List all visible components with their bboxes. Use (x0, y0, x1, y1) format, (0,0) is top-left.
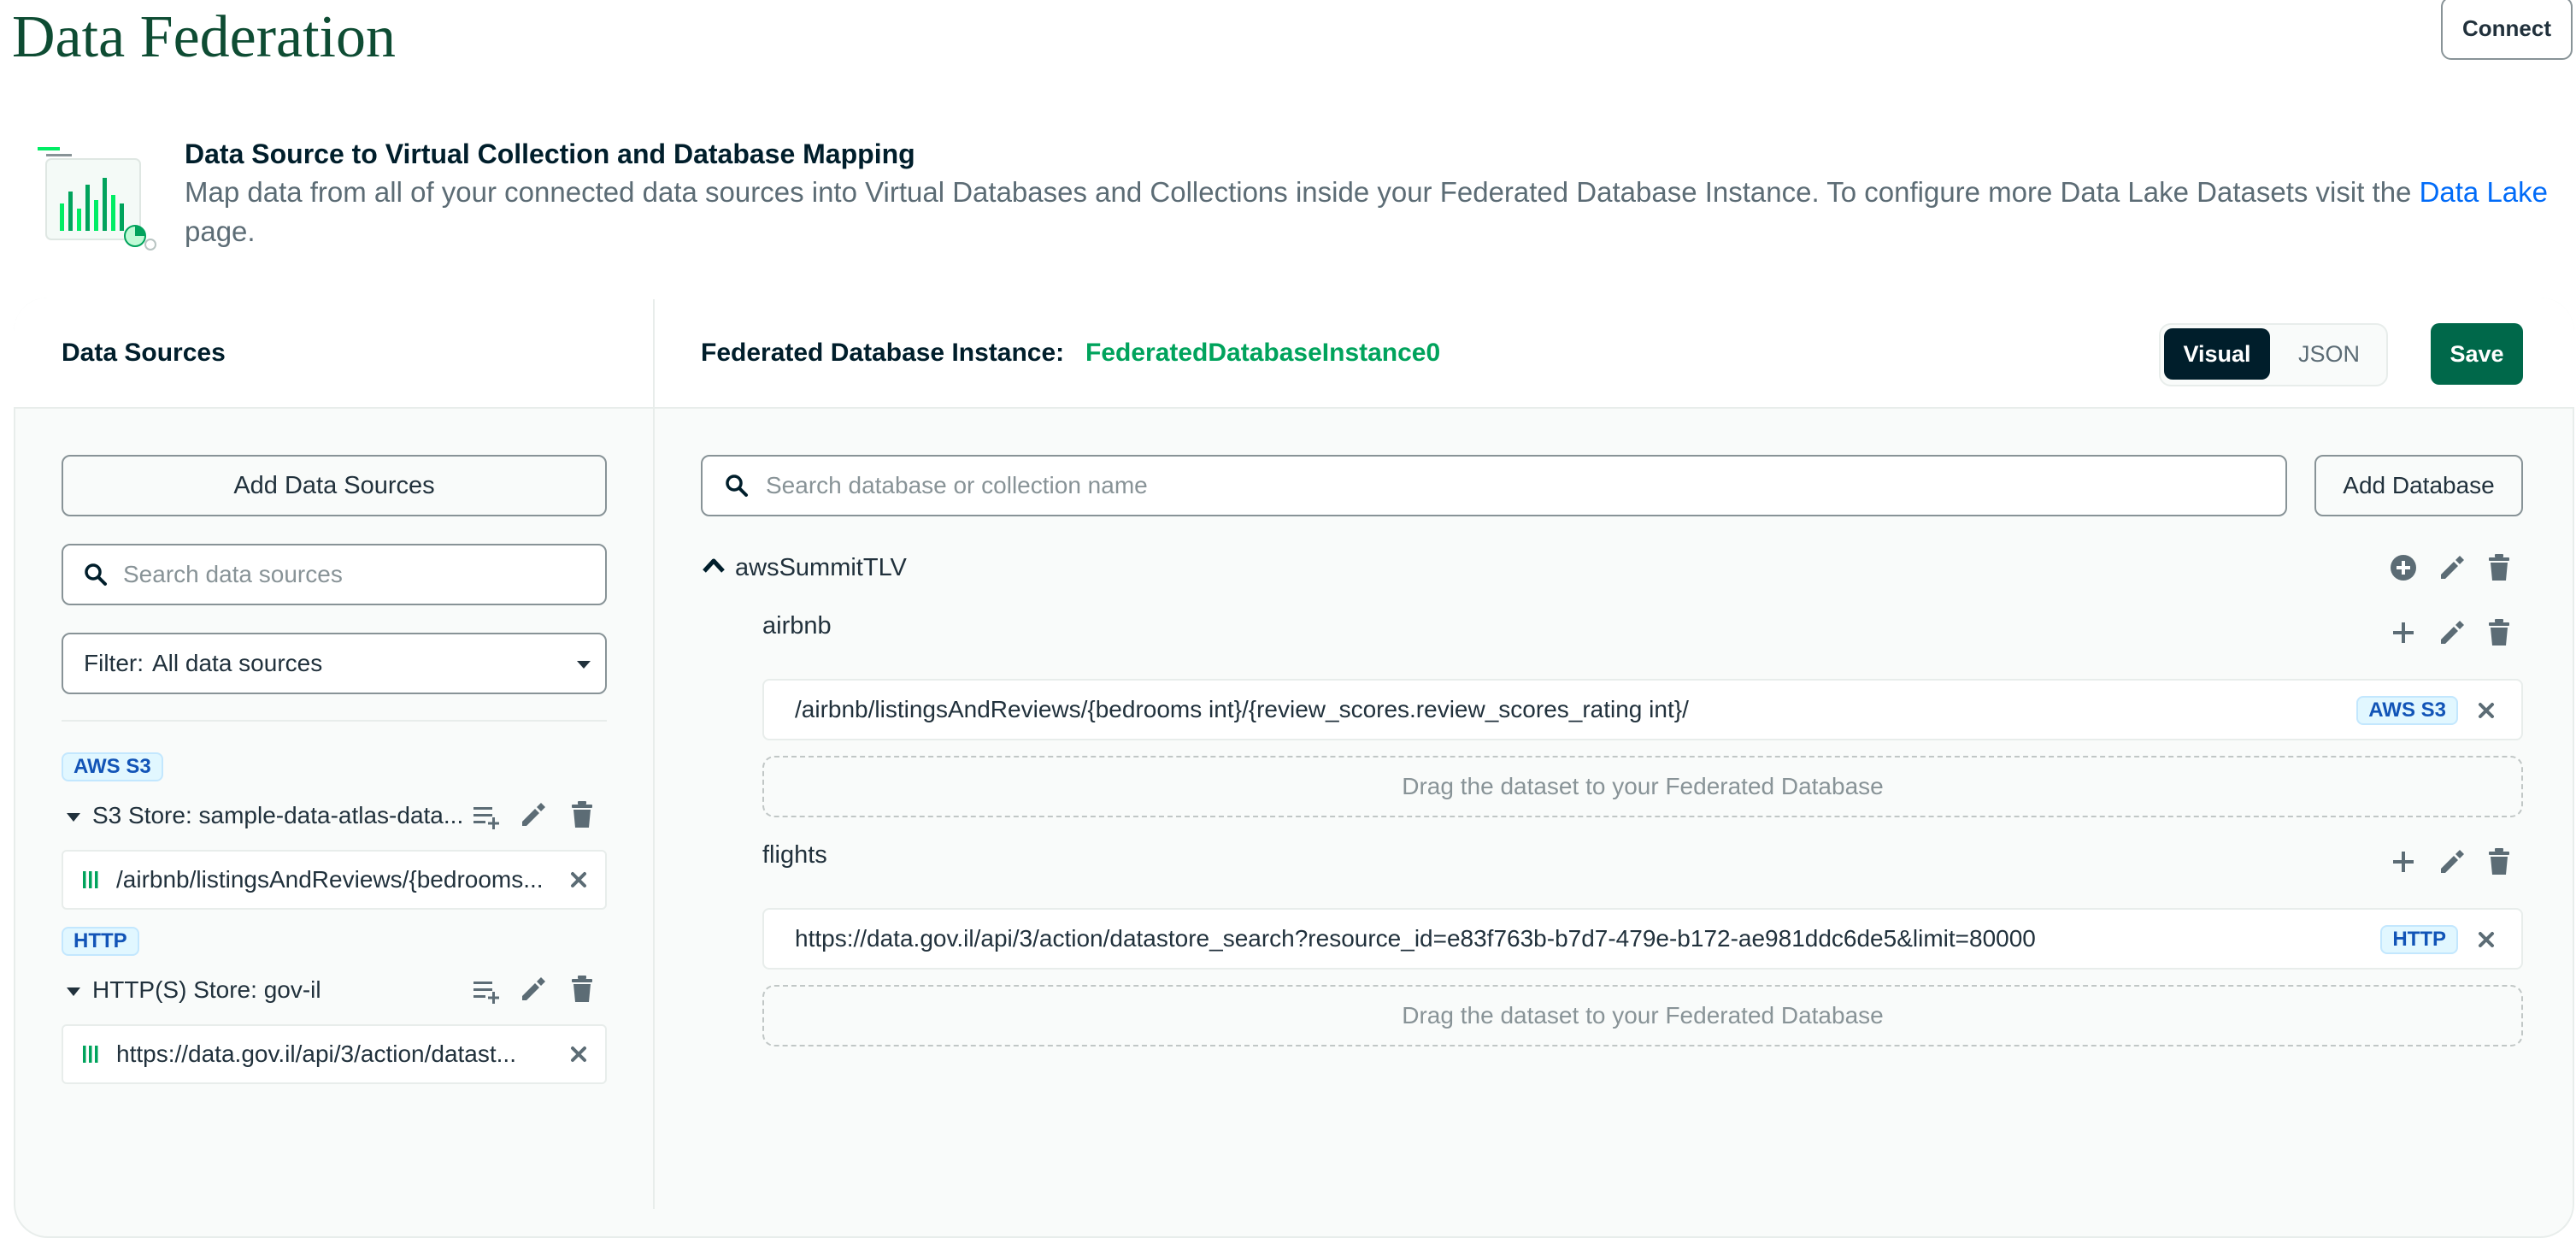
chevron-up-icon[interactable] (701, 556, 726, 575)
add-data-sources-button[interactable]: Add Data Sources (62, 455, 607, 516)
chevron-down-icon (67, 987, 80, 996)
left-divider (62, 720, 607, 722)
dataset-mapping[interactable]: https://data.gov.il/api/3/action/datasto… (762, 908, 2523, 970)
plus-icon[interactable] (2386, 616, 2420, 650)
search-placeholder: Search database or collection name (766, 472, 1148, 498)
tab-json[interactable]: JSON (2273, 328, 2385, 380)
trash-icon[interactable] (2482, 845, 2516, 879)
dataset-bars-icon (82, 1044, 99, 1064)
panel-divider (653, 299, 655, 1209)
banner-description-end: page. (185, 215, 256, 247)
filter-caret-icon (576, 660, 591, 670)
data-sources-filter-select[interactable]: Filter: All data sources (62, 633, 607, 694)
tab-visual[interactable]: Visual (2164, 328, 2270, 380)
source-type-tag: HTTP (2380, 925, 2458, 954)
add-to-list-icon[interactable] (472, 976, 503, 1005)
trash-icon[interactable] (569, 975, 595, 1004)
trash-icon[interactable] (2482, 616, 2516, 650)
close-icon[interactable] (2477, 930, 2496, 949)
source-type-tag: HTTP (62, 927, 139, 956)
close-icon[interactable] (569, 1045, 588, 1064)
store-row-http[interactable]: HTTP(S) Store: gov-il (67, 976, 321, 1004)
collection-name[interactable]: airbnb (762, 612, 832, 640)
dataset-path: https://data.gov.il/api/3/action/datast.… (116, 1041, 516, 1067)
data-lake-link[interactable]: Data Lake (2420, 176, 2548, 208)
chart-illustration (34, 144, 162, 255)
dataset-path: /airbnb/listingsAndReviews/{bedrooms... (116, 866, 544, 893)
pencil-icon[interactable] (2434, 616, 2468, 650)
pencil-icon[interactable] (2434, 551, 2468, 585)
dataset-item[interactable]: https://data.gov.il/api/3/action/datast.… (62, 1024, 607, 1084)
store-name: HTTP(S) Store: gov-il (92, 976, 321, 1003)
save-button[interactable]: Save (2431, 323, 2523, 385)
pencil-icon[interactable] (2434, 845, 2468, 879)
database-search-input[interactable]: Search database or collection name (701, 455, 2287, 516)
add-to-list-icon[interactable] (472, 802, 503, 831)
source-type-tag: AWS S3 (2356, 696, 2458, 725)
chevron-down-icon (67, 812, 80, 822)
database-name[interactable]: awsSummitTLV (735, 554, 907, 582)
data-sources-search-input[interactable]: Search data sources (62, 544, 607, 605)
dataset-drop-zone[interactable]: Drag the dataset to your Federated Datab… (762, 985, 2523, 1046)
search-placeholder: Search data sources (123, 561, 343, 587)
instance-label: Federated Database Instance: (701, 339, 1065, 367)
mapping-path: https://data.gov.il/api/3/action/datasto… (795, 925, 2036, 952)
connect-button[interactable]: Connect (2441, 0, 2573, 60)
source-type-tag: AWS S3 (62, 752, 163, 781)
dataset-drop-zone[interactable]: Drag the dataset to your Federated Datab… (762, 756, 2523, 817)
page-title: Data Federation (12, 4, 396, 70)
instance-name: FederatedDatabaseInstance0 (1085, 339, 1441, 367)
pencil-icon[interactable] (518, 975, 547, 1004)
data-sources-title: Data Sources (62, 339, 226, 367)
pencil-icon[interactable] (518, 800, 547, 829)
search-icon (725, 474, 749, 498)
add-circle-icon[interactable] (2386, 551, 2420, 585)
dataset-mapping[interactable]: /airbnb/listingsAndReviews/{bedrooms int… (762, 679, 2523, 740)
plus-icon[interactable] (2386, 845, 2420, 879)
collection-name[interactable]: flights (762, 841, 827, 870)
add-database-button[interactable]: Add Database (2314, 455, 2523, 516)
trash-icon[interactable] (2482, 551, 2516, 585)
dataset-item[interactable]: /airbnb/listingsAndReviews/{bedrooms... (62, 850, 607, 910)
banner-description: Map data from all of your connected data… (185, 173, 2569, 251)
close-icon[interactable] (2477, 701, 2496, 720)
filter-value: All data sources (152, 650, 323, 676)
banner-description-text: Map data from all of your connected data… (185, 176, 2420, 208)
store-row-s3[interactable]: S3 Store: sample-data-atlas-data... (67, 802, 463, 829)
banner-title: Data Source to Virtual Collection and Da… (185, 139, 915, 169)
store-name: S3 Store: sample-data-atlas-data... (92, 802, 464, 828)
close-icon[interactable] (569, 870, 588, 889)
dataset-bars-icon (82, 870, 99, 890)
mapping-path: /airbnb/listingsAndReviews/{bedrooms int… (795, 696, 1689, 722)
filter-label: Filter: (84, 650, 144, 676)
trash-icon[interactable] (569, 800, 595, 829)
search-icon (84, 563, 108, 587)
